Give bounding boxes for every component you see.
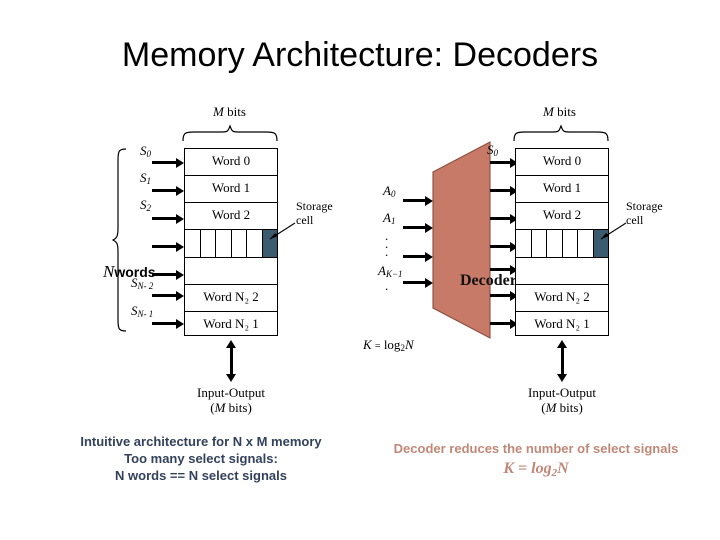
right-memory-array: Word 0 Word 1 Word 2 Word N₂ 2 Word N₂ 1 xyxy=(515,148,609,336)
left-caption: Intuitive architecture for N x M memory … xyxy=(80,434,322,483)
right-address-label-0: A0 xyxy=(383,183,396,199)
left-m-bits-label: M bits xyxy=(213,104,246,119)
slide-canvas: Memory Architecture: Decoders M bits Nwo… xyxy=(0,0,720,540)
decoder-label: Decoder xyxy=(460,272,517,289)
left-select-label-5: SN- 2 xyxy=(131,275,154,291)
left-words-brace-icon xyxy=(112,148,127,332)
right-address-label-1: A1 xyxy=(383,210,396,226)
left-storage-cell-1 xyxy=(199,230,216,257)
right-word-row-1: Word 1 xyxy=(516,176,608,203)
right-storage-cell-1 xyxy=(530,230,547,257)
right-storage-cell-4 xyxy=(577,230,593,257)
right-select-label-0: S0 xyxy=(487,142,498,158)
left-word-row-4 xyxy=(185,258,277,285)
left-storage-cell-4 xyxy=(246,230,262,257)
left-storage-cell-3 xyxy=(230,230,247,257)
right-address-ellipsis-2: . xyxy=(385,278,389,293)
right-word-row-5: Word N₂ 2 xyxy=(516,285,608,312)
right-address-ellipsis: ... xyxy=(385,228,389,259)
right-word-row-4 xyxy=(516,258,608,285)
right-io-label: Input-Output (M bits) xyxy=(528,385,596,415)
left-select-label-1: S1 xyxy=(140,170,151,186)
page-title: Memory Architecture: Decoders xyxy=(121,36,599,74)
left-top-brace-icon xyxy=(182,124,278,142)
left-io-label: Input-Output (M bits) xyxy=(197,385,265,415)
k-formula: K = log2N xyxy=(363,337,414,353)
left-word-row-6: Word N₂ 1 xyxy=(203,316,259,331)
right-storage-cell-2 xyxy=(546,230,562,257)
left-word-row-1: Word 1 xyxy=(185,176,277,203)
right-m-bits-label: M bits xyxy=(543,104,576,119)
right-storage-cell-3 xyxy=(561,230,578,257)
right-address-label-4: AK−1 xyxy=(378,263,403,279)
decoder-shape[interactable] xyxy=(428,140,494,340)
right-storage-cell-pointer-icon xyxy=(600,222,627,240)
left-select-label-6: SN- 1 xyxy=(131,303,154,319)
left-storage-cell-label: Storage cell xyxy=(296,199,333,227)
right-word-row-0: Word 0 xyxy=(516,149,608,176)
left-storage-cell-0 xyxy=(185,230,200,257)
left-storage-cell-pointer-icon xyxy=(269,222,296,240)
right-storage-cell-label: Storage cell xyxy=(626,199,663,227)
left-storage-cell-2 xyxy=(215,230,231,257)
right-word-row-6: Word N₂ 1 xyxy=(534,316,590,331)
left-word-row-0: Word 0 xyxy=(185,149,277,176)
right-top-brace-icon xyxy=(513,124,609,142)
left-select-label-2: S2 xyxy=(140,197,151,213)
left-memory-array: Word 0 Word 1 Word 2 Word N₂ 2 Word N₂ 1 xyxy=(184,148,278,336)
right-storage-cell-0 xyxy=(516,230,531,257)
left-word-row-5: Word N₂ 2 xyxy=(185,285,277,312)
right-caption: Decoder reduces the number of select sig… xyxy=(393,441,679,479)
left-select-label-0: S0 xyxy=(140,143,151,159)
